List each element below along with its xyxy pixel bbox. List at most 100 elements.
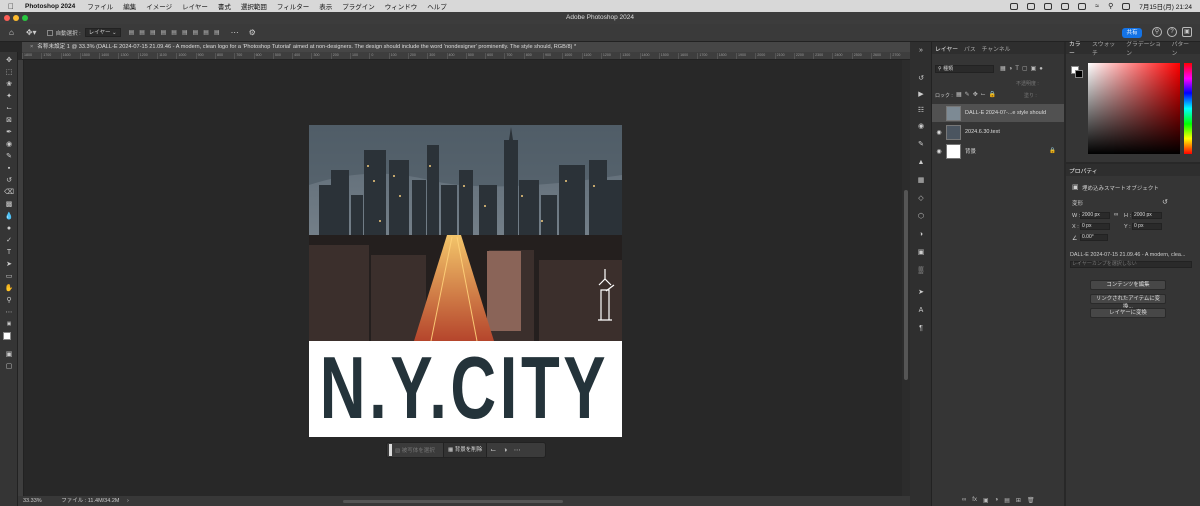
rectangle-tool-icon[interactable]: ▭ bbox=[4, 272, 14, 281]
layer-row[interactable]: ◉ 背景 🔒 bbox=[932, 142, 1064, 160]
adjustment-layer-icon[interactable]: ◑ bbox=[995, 497, 999, 504]
eye-icon[interactable]: ◉ bbox=[932, 129, 946, 136]
blur-tool-icon[interactable]: 💧 bbox=[4, 212, 14, 221]
clock[interactable]: 7月15日(月) 21:24 bbox=[1139, 1, 1192, 11]
document-tab[interactable]: × 名称未設定 1 @ 33.3% (DALL-E 2024-07-15 21.0… bbox=[22, 42, 910, 52]
dodge-tool-icon[interactable]: ● bbox=[4, 224, 14, 233]
default-colors-icon[interactable]: ▣ bbox=[4, 320, 14, 329]
layer-thumbnail[interactable] bbox=[946, 105, 961, 121]
gradient-tool-icon[interactable]: ▩ bbox=[4, 200, 14, 209]
brush-tool-icon[interactable]: ✎ bbox=[4, 152, 14, 161]
horizontal-scroll-thumb[interactable] bbox=[343, 500, 563, 503]
layer-row[interactable]: DALL-E 2024-07-...e style should bbox=[932, 104, 1064, 122]
new-layer-icon[interactable]: ⊞ bbox=[1016, 497, 1021, 504]
gear-icon[interactable]: ⚙ bbox=[249, 28, 256, 37]
lasso-tool-icon[interactable]: ❀ bbox=[4, 80, 14, 89]
hand-tool-icon[interactable]: ✋ bbox=[4, 284, 14, 293]
paragraph-icon[interactable]: ¶ bbox=[916, 324, 926, 334]
vertical-scrollbar[interactable] bbox=[902, 60, 910, 496]
angle-field[interactable]: 0.00° bbox=[1080, 234, 1108, 241]
layer-comp-dropdown[interactable]: レイヤーカンプを選択しない bbox=[1070, 261, 1192, 268]
home-icon[interactable]: ⌂ bbox=[9, 28, 14, 37]
width-field[interactable]: 2000 px bbox=[1080, 212, 1110, 219]
menu-type[interactable]: 書式 bbox=[218, 1, 231, 11]
menu-extra-icon[interactable] bbox=[1044, 2, 1053, 10]
y-field[interactable]: 0 px bbox=[1132, 223, 1162, 230]
character-icon[interactable]: A bbox=[916, 306, 926, 316]
convert-to-linked-button[interactable]: リンクされたアイテムに変換... bbox=[1090, 294, 1166, 310]
styles-icon[interactable]: ◇ bbox=[916, 194, 926, 204]
history-brush-tool-icon[interactable]: ↺ bbox=[4, 176, 14, 185]
lock-icons[interactable]: ▦✎✥⌙🔒 bbox=[956, 91, 999, 98]
magic-wand-tool-icon[interactable]: ✦ bbox=[4, 92, 14, 101]
auto-select-checkbox[interactable] bbox=[46, 29, 53, 36]
frame-tool-icon[interactable]: ⊠ bbox=[4, 116, 14, 125]
add-mask-icon[interactable]: ▣ bbox=[983, 497, 989, 504]
menu-window[interactable]: ウィンドウ bbox=[385, 1, 418, 11]
share-button[interactable]: 共有 bbox=[1122, 28, 1142, 38]
edit-toolbar-icon[interactable]: ⋯ bbox=[4, 308, 14, 317]
adjustments-icon[interactable]: ◉ bbox=[916, 122, 926, 132]
background-color-swatch[interactable] bbox=[1075, 70, 1083, 78]
eyedropper-tool-icon[interactable]: ✒ bbox=[4, 128, 14, 137]
align-icons[interactable]: ▤▤▤▤▤▤▤▤▤ bbox=[129, 29, 225, 36]
brush-settings-icon[interactable]: ✎ bbox=[916, 140, 926, 150]
tab-paths[interactable]: パス bbox=[964, 44, 976, 53]
file-info[interactable]: ファイル : 11.4M/34.2M bbox=[61, 498, 119, 504]
properties-icon[interactable]: ☷ bbox=[916, 106, 926, 116]
link-icon[interactable]: ∞ bbox=[1114, 212, 1118, 218]
layer-thumbnail[interactable] bbox=[946, 124, 961, 140]
foreground-color-swatch[interactable] bbox=[3, 332, 11, 340]
path-selection-tool-icon[interactable]: ➤ bbox=[4, 260, 14, 269]
status-menu-icon[interactable]: › bbox=[127, 498, 129, 504]
crop-icon[interactable]: ⌙ bbox=[487, 446, 499, 454]
cloud-icon[interactable] bbox=[1010, 2, 1019, 10]
tab-patterns[interactable]: パターン bbox=[1172, 39, 1194, 57]
layer-name[interactable]: 背景 bbox=[965, 147, 1049, 155]
workspace-icon[interactable]: ▣ bbox=[1182, 27, 1192, 37]
pen-tool-icon[interactable]: ✓ bbox=[4, 236, 14, 245]
move-tool-preset-icon[interactable]: ✥▾ bbox=[26, 28, 37, 37]
fx-icon[interactable]: fx bbox=[972, 497, 977, 504]
color-field[interactable] bbox=[1088, 63, 1180, 154]
tab-layers[interactable]: レイヤー bbox=[935, 44, 958, 53]
menu-select[interactable]: 選択範囲 bbox=[241, 1, 267, 11]
layer-thumbnail[interactable] bbox=[946, 143, 961, 159]
layer-filter-dropdown[interactable]: ⚲ 種類 bbox=[935, 65, 994, 73]
tab-gradients[interactable]: グラデーション bbox=[1126, 39, 1165, 57]
tab-color[interactable]: カラー bbox=[1069, 39, 1086, 57]
menu-plugins[interactable]: プラグイン bbox=[342, 1, 375, 11]
actions-icon[interactable]: ▶ bbox=[916, 90, 926, 100]
shapes-icon[interactable]: ▲ bbox=[916, 158, 926, 168]
eye-icon[interactable]: ◉ bbox=[932, 148, 946, 155]
info-icon[interactable]: ▣ bbox=[916, 248, 926, 258]
move-tool-icon[interactable]: ✥ bbox=[4, 56, 14, 65]
menu-image[interactable]: イメージ bbox=[146, 1, 172, 11]
wifi-icon[interactable]: ≈ bbox=[1095, 3, 1099, 10]
convert-to-layers-button[interactable]: レイヤーに変換 bbox=[1090, 308, 1166, 318]
menu-file[interactable]: ファイル bbox=[87, 1, 113, 11]
clone-stamp-tool-icon[interactable]: ▪ bbox=[4, 164, 14, 173]
tab-swatches[interactable]: スウォッチ bbox=[1092, 39, 1120, 57]
healing-brush-tool-icon[interactable]: ◉ bbox=[4, 140, 14, 149]
document-canvas[interactable]: N.Y.CITY bbox=[309, 125, 622, 437]
zoom-level[interactable]: 33.33% bbox=[23, 498, 42, 504]
app-menu[interactable]: Photoshop 2024 bbox=[25, 3, 75, 10]
menu-edit[interactable]: 編集 bbox=[123, 1, 136, 11]
group-icon[interactable]: ▤ bbox=[1004, 497, 1010, 504]
search-icon[interactable]: ⚲ bbox=[1108, 2, 1113, 10]
close-window-icon[interactable] bbox=[4, 15, 10, 21]
eraser-tool-icon[interactable]: ⌫ bbox=[4, 188, 14, 197]
histogram-icon[interactable]: ▒ bbox=[916, 266, 926, 276]
link-layers-icon[interactable]: ∞ bbox=[962, 497, 966, 504]
select-subject-button[interactable]: ▧ 被写体を選択 bbox=[395, 446, 443, 454]
menu-help[interactable]: ヘルプ bbox=[427, 1, 447, 11]
type-tool-icon[interactable]: T bbox=[4, 248, 14, 257]
screen-mode-icon[interactable]: ▢ bbox=[4, 362, 14, 371]
more-icon[interactable]: ⋯ bbox=[511, 446, 523, 454]
glyphs-icon[interactable]: ➤ bbox=[916, 288, 926, 298]
menu-layer[interactable]: レイヤー bbox=[182, 1, 208, 11]
edit-contents-button[interactable]: コンテンツを編集 bbox=[1090, 280, 1166, 290]
zoom-tool-icon[interactable]: ⚲ bbox=[4, 296, 14, 305]
adjustment-icon[interactable]: ◑ bbox=[499, 447, 511, 454]
